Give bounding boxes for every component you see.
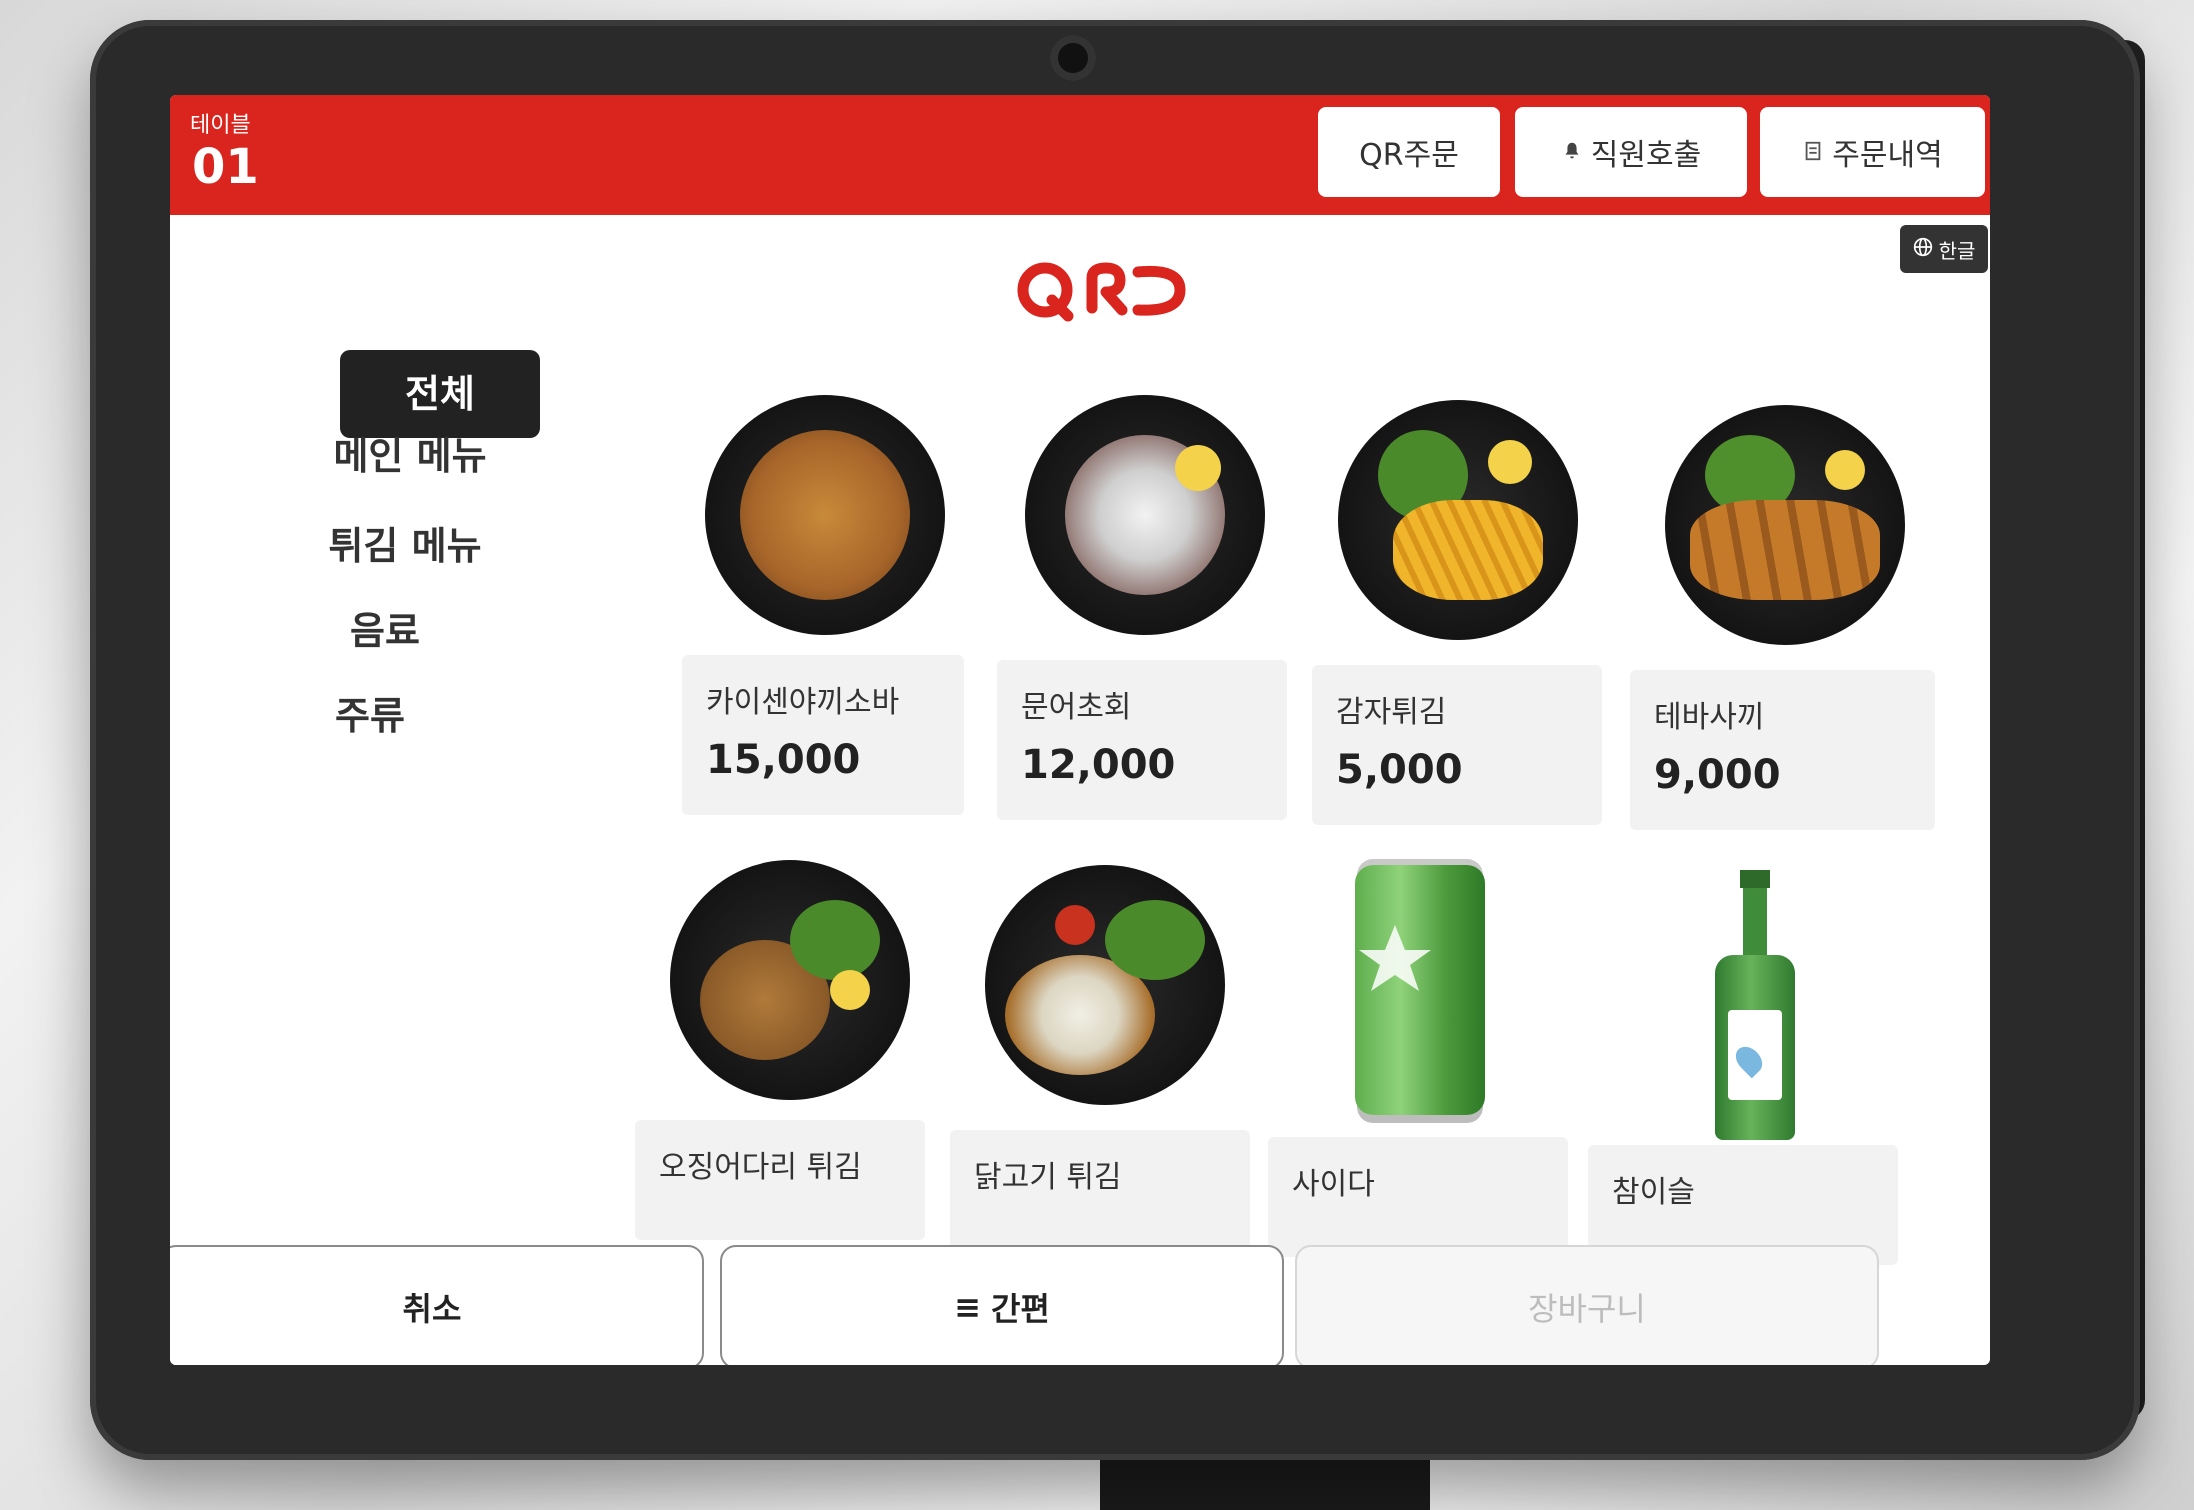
- menu-info: 오징어다리 튀김: [635, 1120, 925, 1240]
- food-image: [705, 395, 945, 635]
- menu-name: 오징어다리 튀김: [659, 1150, 862, 1185]
- category-main-menu[interactable]: 메인 메뉴: [280, 425, 540, 480]
- menu-info: 사이다: [1268, 1137, 1568, 1257]
- camera-icon: [1050, 35, 1096, 81]
- category-drinks[interactable]: 음료: [285, 600, 485, 655]
- menu-price: 12,000: [1021, 742, 1176, 788]
- menu-name: 사이다: [1292, 1167, 1375, 1202]
- food-image: [985, 865, 1225, 1105]
- category-label: 메인 메뉴: [333, 434, 487, 478]
- globe-icon: [1913, 237, 1933, 262]
- category-label: 튀김 메뉴: [328, 524, 482, 568]
- table-number: 01: [192, 139, 259, 195]
- menu-info: 문어초회 12,000: [997, 660, 1287, 820]
- cart-button[interactable]: 장바구니: [1295, 1245, 1879, 1365]
- food-image: [1025, 395, 1265, 635]
- header-bar: 테이블 01 QR주문 직원호출 주문내역: [170, 95, 1990, 215]
- language-label: 한글: [1938, 238, 1976, 263]
- menu-info: 닭고기 튀김: [950, 1130, 1250, 1250]
- menu-name: 카이센야끼소바: [706, 685, 900, 720]
- menu-price: 9,000: [1654, 752, 1781, 798]
- brand-logo: [1000, 245, 1200, 335]
- category-alcohol[interactable]: 주류: [270, 685, 470, 740]
- qr-order-button[interactable]: QR주문: [1318, 107, 1500, 197]
- table-label: 테이블: [190, 113, 251, 138]
- menu-name: 참이슬: [1612, 1175, 1695, 1210]
- menu-name: 테바사끼: [1654, 700, 1765, 735]
- food-image: [1338, 400, 1578, 640]
- category-label: 음료: [350, 609, 420, 653]
- bell-icon: [1561, 135, 1583, 170]
- menu-price: 15,000: [706, 737, 861, 783]
- cart-label: 장바구니: [1528, 1290, 1646, 1328]
- menu-name: 감자튀김: [1336, 695, 1447, 730]
- category-fried-menu[interactable]: 튀김 메뉴: [275, 515, 535, 570]
- menu-price: 5,000: [1336, 747, 1463, 793]
- staff-call-button[interactable]: 직원호출: [1515, 107, 1747, 197]
- receipt-icon: [1802, 135, 1824, 170]
- menu-name: 닭고기 튀김: [974, 1160, 1122, 1195]
- soju-bottle-image: [1710, 870, 1800, 1140]
- cancel-label: 취소: [402, 1290, 462, 1328]
- food-image: [670, 860, 910, 1100]
- order-history-label: 주문내역: [1832, 138, 1943, 173]
- cider-can-image: [1355, 865, 1485, 1115]
- food-image: [1665, 405, 1905, 645]
- menu-info: 테바사끼 9,000: [1630, 670, 1935, 830]
- menu-info: 카이센야끼소바 15,000: [682, 655, 964, 815]
- category-label: 주류: [335, 694, 405, 738]
- order-history-button[interactable]: 주문내역: [1760, 107, 1985, 197]
- quick-order-button[interactable]: ≡ 간편: [720, 1245, 1284, 1365]
- staff-call-label: 직원호출: [1590, 138, 1702, 173]
- language-button[interactable]: 한글: [1900, 225, 1988, 273]
- quick-order-label: 간편: [990, 1290, 1050, 1328]
- qr-order-label: QR주문: [1359, 138, 1459, 173]
- menu-info: 감자튀김 5,000: [1312, 665, 1602, 825]
- menu-icon: ≡: [954, 1288, 981, 1326]
- cancel-button[interactable]: 취소: [170, 1245, 704, 1365]
- category-label: 전체: [405, 372, 475, 416]
- menu-name: 문어초회: [1021, 690, 1132, 725]
- kiosk-screen: 테이블 01 QR주문 직원호출 주문내역 한글 전체 메인 메뉴 튀김 메뉴 …: [170, 95, 1990, 1365]
